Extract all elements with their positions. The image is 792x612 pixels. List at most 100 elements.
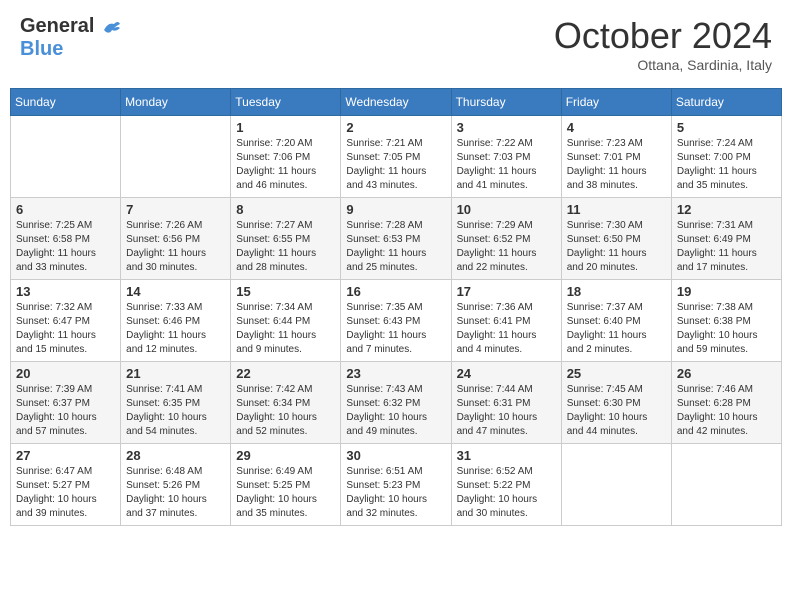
day-info: Sunrise: 7:28 AM Sunset: 6:53 PM Dayligh…	[346, 219, 445, 275]
day-cell: 27 Sunrise: 6:47 AM Sunset: 5:27 PM Dayli…	[11, 444, 121, 526]
day-cell: 8 Sunrise: 7:27 AM Sunset: 6:55 PM Daylig…	[231, 198, 341, 280]
weekday-header-wednesday: Wednesday	[341, 89, 451, 116]
day-number: 8	[236, 202, 335, 217]
day-info: Sunrise: 7:35 AM Sunset: 6:43 PM Dayligh…	[346, 301, 445, 357]
day-info: Sunrise: 7:25 AM Sunset: 6:58 PM Dayligh…	[16, 219, 115, 275]
day-info: Sunrise: 7:38 AM Sunset: 6:38 PM Dayligh…	[677, 301, 776, 357]
day-info: Sunrise: 7:22 AM Sunset: 7:03 PM Dayligh…	[457, 137, 556, 193]
day-cell: 2Sunrise: 7:21 AM Sunset: 7:05 PM Daylig…	[341, 116, 451, 198]
day-number: 12	[677, 202, 776, 217]
weekday-header-sunday: Sunday	[11, 89, 121, 116]
day-info: Sunrise: 7:31 AM Sunset: 6:49 PM Dayligh…	[677, 219, 776, 275]
day-cell: 9 Sunrise: 7:28 AM Sunset: 6:53 PM Daylig…	[341, 198, 451, 280]
day-cell: 13 Sunrise: 7:32 AM Sunset: 6:47 PM Dayli…	[11, 280, 121, 362]
day-cell: 23 Sunrise: 7:43 AM Sunset: 6:32 PM Dayli…	[341, 362, 451, 444]
day-number: 10	[457, 202, 556, 217]
day-cell: 19 Sunrise: 7:38 AM Sunset: 6:38 PM Dayli…	[671, 280, 781, 362]
day-number: 13	[16, 284, 115, 299]
day-number: 20	[16, 366, 115, 381]
day-info: Sunrise: 7:27 AM Sunset: 6:55 PM Dayligh…	[236, 219, 335, 275]
day-info: Sunrise: 7:36 AM Sunset: 6:41 PM Dayligh…	[457, 301, 556, 357]
day-cell	[671, 444, 781, 526]
day-cell	[561, 444, 671, 526]
day-cell: 1 Sunrise: 7:20 AM Sunset: 7:06 PM Daylig…	[231, 116, 341, 198]
day-number: 14	[126, 284, 225, 299]
weekday-header-friday: Friday	[561, 89, 671, 116]
day-info: Sunrise: 7:34 AM Sunset: 6:44 PM Dayligh…	[236, 301, 335, 357]
day-cell: 11 Sunrise: 7:30 AM Sunset: 6:50 PM Dayli…	[561, 198, 671, 280]
day-info: Sunrise: 7:23 AM Sunset: 7:01 PM Dayligh…	[567, 137, 666, 193]
weekday-header-row: SundayMondayTuesdayWednesdayThursdayFrid…	[11, 89, 782, 116]
day-cell	[121, 116, 231, 198]
day-cell: 16 Sunrise: 7:35 AM Sunset: 6:43 PM Dayli…	[341, 280, 451, 362]
day-number: 11	[567, 202, 666, 217]
week-row-1: 1 Sunrise: 7:20 AM Sunset: 7:06 PM Daylig…	[11, 116, 782, 198]
day-number: 17	[457, 284, 556, 299]
day-number: 15	[236, 284, 335, 299]
day-info: Sunrise: 7:43 AM Sunset: 6:32 PM Dayligh…	[346, 383, 445, 439]
week-row-5: 27 Sunrise: 6:47 AM Sunset: 5:27 PM Dayli…	[11, 444, 782, 526]
day-number: 18	[567, 284, 666, 299]
day-cell: 6 Sunrise: 7:25 AM Sunset: 6:58 PM Daylig…	[11, 198, 121, 280]
day-number: 6	[16, 202, 115, 217]
weekday-header-tuesday: Tuesday	[231, 89, 341, 116]
logo-bird-icon	[100, 16, 122, 38]
weekday-header-saturday: Saturday	[671, 89, 781, 116]
day-cell: 7 Sunrise: 7:26 AM Sunset: 6:56 PM Daylig…	[121, 198, 231, 280]
location-subtitle: Ottana, Sardinia, Italy	[554, 57, 772, 73]
day-info: Sunrise: 7:20 AM Sunset: 7:06 PM Dayligh…	[236, 137, 335, 193]
day-cell: 24Sunrise: 7:44 AM Sunset: 6:31 PM Dayli…	[451, 362, 561, 444]
day-info: Sunrise: 6:51 AM Sunset: 5:23 PM Dayligh…	[346, 465, 445, 521]
day-number: 9	[346, 202, 445, 217]
day-info: Sunrise: 6:48 AM Sunset: 5:26 PM Dayligh…	[126, 465, 225, 521]
day-info: Sunrise: 7:45 AM Sunset: 6:30 PM Dayligh…	[567, 383, 666, 439]
day-info: Sunrise: 7:33 AM Sunset: 6:46 PM Dayligh…	[126, 301, 225, 357]
day-number: 3	[457, 120, 556, 135]
day-cell: 31 Sunrise: 6:52 AM Sunset: 5:22 PM Dayli…	[451, 444, 561, 526]
day-info: Sunrise: 7:32 AM Sunset: 6:47 PM Dayligh…	[16, 301, 115, 357]
day-number: 27	[16, 448, 115, 463]
day-cell: 14 Sunrise: 7:33 AM Sunset: 6:46 PM Dayli…	[121, 280, 231, 362]
day-number: 31	[457, 448, 556, 463]
day-number: 2	[346, 120, 445, 135]
day-number: 23	[346, 366, 445, 381]
calendar-table: SundayMondayTuesdayWednesdayThursdayFrid…	[10, 88, 782, 526]
day-cell: 5Sunrise: 7:24 AM Sunset: 7:00 PM Daylig…	[671, 116, 781, 198]
day-cell: 22 Sunrise: 7:42 AM Sunset: 6:34 PM Dayli…	[231, 362, 341, 444]
weekday-header-monday: Monday	[121, 89, 231, 116]
day-cell	[11, 116, 121, 198]
day-cell: 28 Sunrise: 6:48 AM Sunset: 5:26 PM Dayli…	[121, 444, 231, 526]
day-number: 4	[567, 120, 666, 135]
day-cell: 18 Sunrise: 7:37 AM Sunset: 6:40 PM Dayli…	[561, 280, 671, 362]
day-cell: 3 Sunrise: 7:22 AM Sunset: 7:03 PM Daylig…	[451, 116, 561, 198]
day-cell: 29Sunrise: 6:49 AM Sunset: 5:25 PM Dayli…	[231, 444, 341, 526]
day-cell: 20Sunrise: 7:39 AM Sunset: 6:37 PM Dayli…	[11, 362, 121, 444]
day-info: Sunrise: 7:37 AM Sunset: 6:40 PM Dayligh…	[567, 301, 666, 357]
day-info: Sunrise: 7:30 AM Sunset: 6:50 PM Dayligh…	[567, 219, 666, 275]
day-cell: 17 Sunrise: 7:36 AM Sunset: 6:41 PM Dayli…	[451, 280, 561, 362]
day-number: 22	[236, 366, 335, 381]
day-number: 24	[457, 366, 556, 381]
day-info: Sunrise: 6:52 AM Sunset: 5:22 PM Dayligh…	[457, 465, 556, 521]
day-number: 28	[126, 448, 225, 463]
day-number: 16	[346, 284, 445, 299]
day-info: Sunrise: 7:26 AM Sunset: 6:56 PM Dayligh…	[126, 219, 225, 275]
logo: General Blue	[20, 15, 122, 60]
day-cell: 4 Sunrise: 7:23 AM Sunset: 7:01 PM Daylig…	[561, 116, 671, 198]
day-cell: 15 Sunrise: 7:34 AM Sunset: 6:44 PM Dayli…	[231, 280, 341, 362]
day-info: Sunrise: 7:29 AM Sunset: 6:52 PM Dayligh…	[457, 219, 556, 275]
day-number: 19	[677, 284, 776, 299]
day-info: Sunrise: 7:41 AM Sunset: 6:35 PM Dayligh…	[126, 383, 225, 439]
day-info: Sunrise: 6:47 AM Sunset: 5:27 PM Dayligh…	[16, 465, 115, 521]
day-number: 1	[236, 120, 335, 135]
day-cell: 26 Sunrise: 7:46 AM Sunset: 6:28 PM Dayli…	[671, 362, 781, 444]
logo-line1: General	[20, 15, 122, 38]
day-number: 29	[236, 448, 335, 463]
day-number: 7	[126, 202, 225, 217]
day-number: 26	[677, 366, 776, 381]
day-info: Sunrise: 7:46 AM Sunset: 6:28 PM Dayligh…	[677, 383, 776, 439]
day-info: Sunrise: 7:42 AM Sunset: 6:34 PM Dayligh…	[236, 383, 335, 439]
day-cell: 30Sunrise: 6:51 AM Sunset: 5:23 PM Dayli…	[341, 444, 451, 526]
weekday-header-thursday: Thursday	[451, 89, 561, 116]
day-number: 21	[126, 366, 225, 381]
